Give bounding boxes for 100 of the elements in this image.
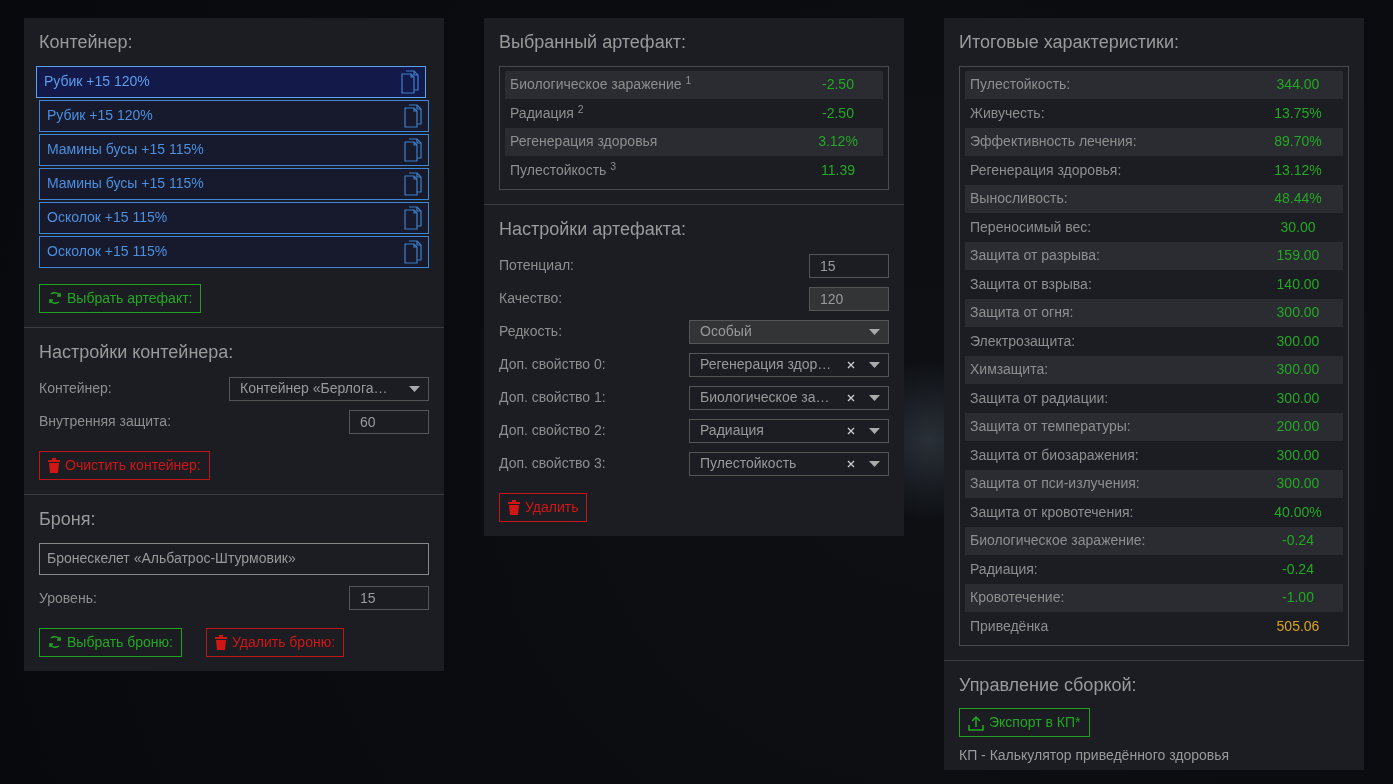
field-label: Доп. свойство 1: <box>499 388 606 408</box>
stat-label: Приведёнка <box>970 616 1049 636</box>
choose-armor-button[interactable]: Выбрать броню: <box>39 627 182 657</box>
stat-value: 48.44% <box>1273 189 1323 209</box>
stat-label: Эффективность лечения: <box>970 132 1137 152</box>
refresh-icon <box>48 290 62 307</box>
footnote-text: КП - Калькулятор приведённого здоровья <box>959 746 1231 766</box>
artifact-item[interactable]: Рубик +15 120% <box>39 99 429 132</box>
artifact-item[interactable]: Осколок +15 115% <box>39 201 429 234</box>
stat-label: Химзащита: <box>970 360 1049 380</box>
stat-value: -2.50 <box>821 103 855 123</box>
section-title: Управление сборкой: <box>959 674 1138 697</box>
stat-value: 11.39 <box>820 160 856 180</box>
field-label: Доп. свойство 2: <box>499 421 606 441</box>
stat-value: 300.00 <box>1275 445 1321 465</box>
copy-icon <box>401 69 419 94</box>
stat-label: Защита от радиации: <box>970 388 1109 408</box>
field-label: Контейнер: <box>39 379 112 399</box>
stat-label: Защита от биозаражения: <box>970 445 1139 465</box>
section-title: Броня: <box>39 509 97 531</box>
stat-value: 300.00 <box>1275 360 1321 380</box>
copy-icon <box>404 239 422 264</box>
stat-value: -0.24 <box>1281 559 1315 579</box>
artifact-item[interactable]: Мамины бусы +15 115% <box>39 167 429 200</box>
stat-value: 89.70% <box>1273 132 1323 152</box>
choose-artifact-button[interactable]: Выбрать артефакт: <box>39 283 202 313</box>
stat-value: 3.12% <box>817 132 859 152</box>
field-label: Качество: <box>499 289 563 309</box>
dropdown[interactable]: Радиация <box>689 418 889 443</box>
stat-value: 344.00 <box>1275 75 1321 95</box>
dropdown[interactable]: Пулестойкость <box>689 451 889 476</box>
stat-label: Защита от температуры: <box>970 417 1131 437</box>
stat-label: Кровотечение: <box>970 588 1065 608</box>
stat-value: 300.00 <box>1275 388 1321 408</box>
stat-label: Защита от взрыва: <box>970 274 1092 294</box>
field-label: Редкость: <box>499 322 563 342</box>
dropdown[interactable]: Биологическое за… <box>689 385 889 410</box>
stat-label: Живучесть: <box>970 103 1045 123</box>
caret-icon <box>869 328 880 335</box>
field-label: Уровень: <box>39 588 97 608</box>
stat-label: Электрозащита: <box>970 331 1076 351</box>
trash-icon <box>215 634 227 650</box>
delete-armor-button[interactable]: Удалить броню: <box>206 627 345 657</box>
section-title: Контейнер: <box>39 32 134 54</box>
section-title: Настройки артефакта: <box>499 218 687 241</box>
field-label: Внутренняя защита: <box>39 412 172 432</box>
upload-icon <box>968 714 984 731</box>
stat-value: 300.00 <box>1275 331 1321 351</box>
field-label: Потенциал: <box>499 256 574 276</box>
armor-field[interactable]: Бронескелет «Альбатрос-Штурмовик» <box>39 542 429 575</box>
stat-label: Пулестойкость $^{3}$ <box>510 159 617 180</box>
stat-value: 159.00 <box>1275 246 1321 266</box>
artifact-item[interactable]: Рубик +15 120% <box>36 65 426 98</box>
stat-value: -0.24 <box>1281 531 1315 551</box>
section-title: Настройки контейнера: <box>39 341 235 364</box>
export-button[interactable]: Экспорт в КП* <box>959 708 1090 738</box>
stat-label: Биологическое заражение: <box>970 531 1146 551</box>
stat-label: Радиация $^{2}$ <box>510 102 584 123</box>
stat-value: 40.00% <box>1273 502 1323 522</box>
caret-icon <box>869 460 880 467</box>
stat-value: -2.50 <box>821 75 855 95</box>
stat-label: Переносимый вес: <box>970 217 1092 237</box>
stat-value: 300.00 <box>1275 474 1321 494</box>
stat-value: 30.00 <box>1279 217 1317 237</box>
section-title: Итоговые характеристики: <box>959 32 1180 54</box>
input-field[interactable]: 60 <box>349 409 429 434</box>
caret-icon <box>869 361 880 368</box>
input-field[interactable]: 15 <box>809 253 889 278</box>
stat-value: -1.00 <box>1281 588 1315 608</box>
stat-label: Регенерация здоровья: <box>970 160 1122 180</box>
input-field[interactable]: 15 <box>349 586 429 611</box>
stat-label: Биологическое заражение $^{1}$ <box>510 74 692 95</box>
stat-label: Защита от разрыва: <box>970 246 1100 266</box>
copy-icon <box>404 103 422 128</box>
refresh-icon <box>48 634 62 651</box>
dropdown[interactable]: Регенерация здор… <box>689 352 889 377</box>
caret-icon <box>869 394 880 401</box>
stat-value: 140.00 <box>1275 274 1321 294</box>
stat-label: Выносливость: <box>970 189 1068 209</box>
stat-value: 200.00 <box>1275 417 1321 437</box>
clear-icon <box>847 393 855 402</box>
stat-value: 13.12% <box>1273 160 1323 180</box>
section-title: Выбранный артефакт: <box>499 32 687 54</box>
stat-label: Защита от огня: <box>970 303 1074 323</box>
caret-icon <box>869 427 880 434</box>
caret-icon <box>409 385 420 392</box>
stat-label: Пулестойкость: <box>970 75 1071 95</box>
artifact-item[interactable]: Осколок +15 115% <box>39 235 429 268</box>
stat-value: 505.06 <box>1275 616 1321 636</box>
copy-icon <box>404 171 422 196</box>
stat-value: 13.75% <box>1273 103 1323 123</box>
clear-container-button[interactable]: Очистить контейнер: <box>39 451 210 481</box>
trash-icon <box>48 458 60 474</box>
clear-icon <box>847 426 855 435</box>
dropdown[interactable]: Контейнер «Берлога… <box>229 376 429 401</box>
artifact-item[interactable]: Мамины бусы +15 115% <box>39 133 429 166</box>
stat-label: Регенерация здоровья <box>510 132 658 152</box>
field-label: Доп. свойство 0: <box>499 355 606 375</box>
delete-button[interactable]: Удалить <box>499 493 588 523</box>
trash-icon <box>508 500 520 516</box>
